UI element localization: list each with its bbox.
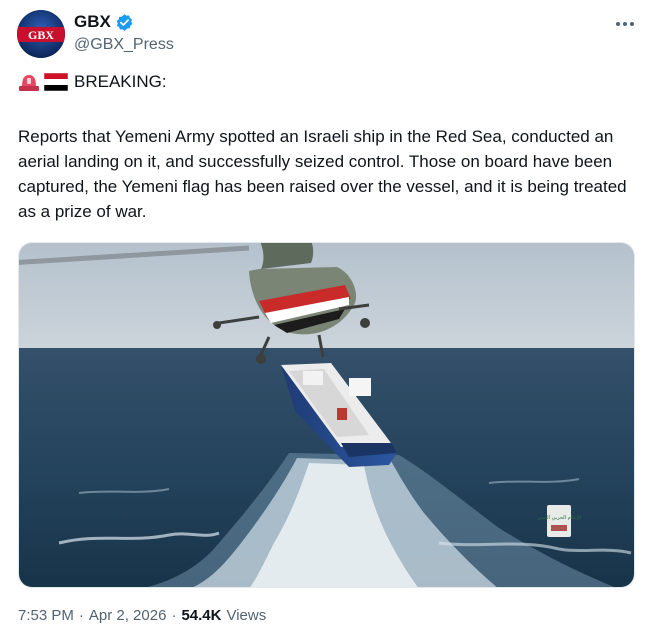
headline-line: BREAKING:	[18, 72, 167, 92]
verified-badge-icon	[115, 13, 134, 32]
avatar[interactable]: GBX	[17, 10, 65, 58]
headline-text: BREAKING:	[74, 72, 167, 91]
post-card: GBX GBX @GBX_Press BREAKING: Reports tha…	[0, 0, 655, 636]
media-image: الإعلام الحربي اليمني	[19, 243, 634, 587]
post-body: Reports that Yemeni Army spotted an Isra…	[18, 127, 627, 221]
post-meta: 7:53 PM · Apr 2, 2026 · 54.4K Views	[18, 607, 266, 624]
post-date[interactable]: Apr 2, 2026	[89, 607, 167, 624]
headline-emoji	[18, 72, 68, 92]
post-time[interactable]: 7:53 PM	[18, 607, 74, 624]
avatar-label: GBX	[28, 28, 54, 42]
rotating-light-icon	[19, 75, 39, 91]
author-name[interactable]: GBX	[74, 12, 111, 32]
meta-separator-2: ·	[171, 607, 177, 624]
yemen-flag-icon	[44, 73, 68, 91]
author-block: GBX @GBX_Press	[74, 11, 174, 54]
post-media[interactable]: الإعلام الحربي اليمني	[18, 242, 635, 588]
views-count: 54.4K	[181, 607, 222, 624]
watermark-text: الإعلام الحربي اليمني	[537, 515, 581, 521]
meta-separator: ·	[78, 607, 84, 624]
views-label: Views	[226, 607, 267, 624]
more-options-icon[interactable]	[612, 14, 638, 34]
author-handle[interactable]: @GBX_Press	[74, 36, 174, 54]
